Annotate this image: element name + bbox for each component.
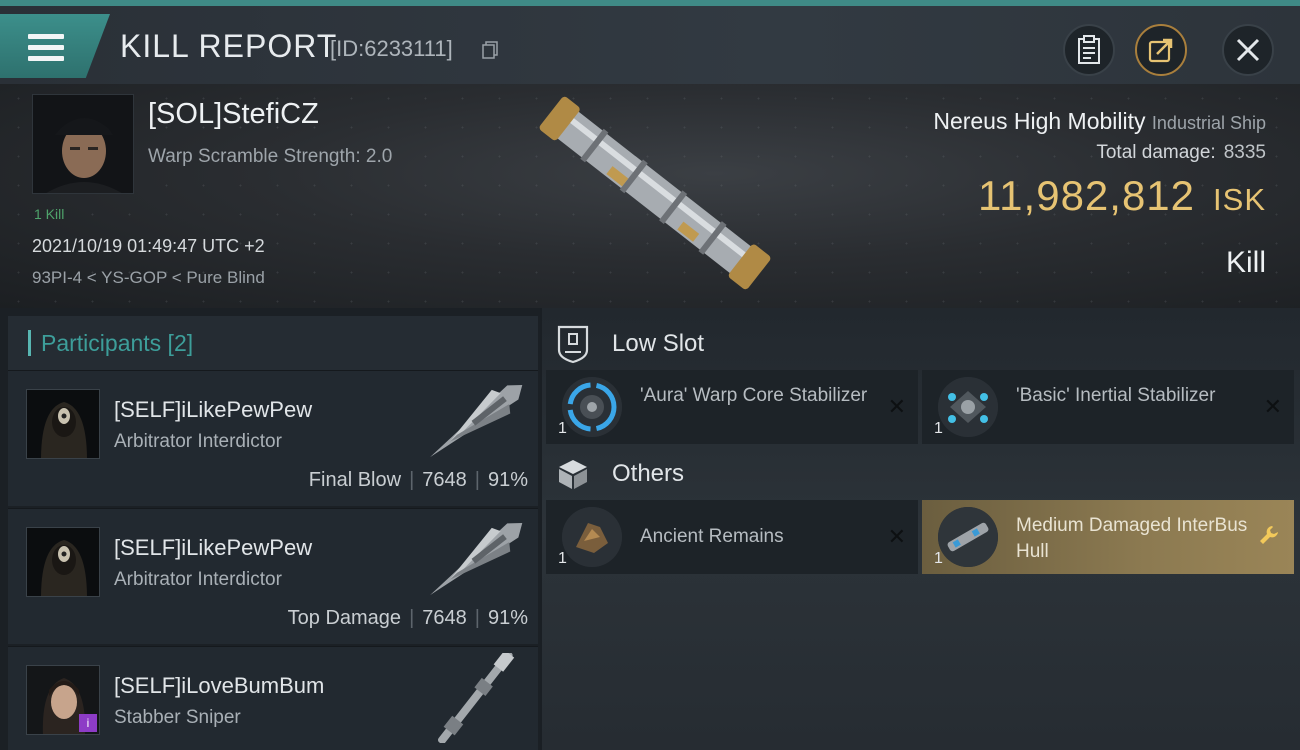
item-name: Ancient Remains	[640, 526, 784, 547]
participant-name[interactable]: [SELF]iLikePewPew	[114, 397, 312, 423]
participant-name[interactable]: [SELF]iLoveBumBum	[114, 673, 324, 699]
share-button[interactable]	[1135, 24, 1187, 76]
destroyed-icon: ✕	[887, 524, 906, 549]
victim-portrait[interactable]	[32, 94, 134, 194]
report-id: [ID:6233111]	[330, 36, 453, 61]
warp-scramble-strength: Warp Scramble Strength: 2.0	[148, 146, 393, 167]
menu-button[interactable]	[0, 14, 110, 78]
item-card[interactable]: 1 'Basic' Inertial Stabilizer ✕	[922, 370, 1294, 444]
isk-value: 11,982,812 ISK	[977, 172, 1266, 219]
share-icon	[1148, 38, 1173, 63]
participants-header[interactable]: Participants [2]	[8, 316, 538, 372]
ancient-remains-icon	[562, 507, 622, 567]
isk-unit: ISK	[1213, 182, 1266, 217]
participant-ship: Arbitrator Interdictor	[114, 431, 282, 452]
item-quantity: 1	[558, 550, 567, 567]
participant-ship-render	[430, 385, 523, 458]
victim-name[interactable]: [SOL]StefiCZ	[148, 98, 319, 131]
clipboard-icon	[1078, 35, 1100, 64]
kill-datetime: 2021/10/19 01:49:47 UTC +2	[32, 236, 265, 256]
victim-ship-render	[539, 96, 771, 290]
item-quantity: 1	[934, 420, 943, 437]
wrench-icon	[1260, 526, 1278, 544]
participant-ship: Arbitrator Interdictor	[114, 569, 282, 590]
participant-avatar	[26, 527, 100, 597]
total-damage-value: 8335	[1223, 142, 1266, 163]
low-slot-icon	[552, 323, 594, 365]
clipboard-button[interactable]	[1063, 24, 1115, 76]
participant-ship-render	[430, 523, 523, 596]
menu-icon	[28, 34, 64, 62]
participant-row[interactable]: [SELF]iLikePewPew Arbitrator Interdictor…	[8, 370, 538, 506]
warp-core-stabilizer-icon	[562, 377, 622, 437]
participant-badge: i	[79, 714, 97, 732]
participant-row[interactable]: i [SELF]iLoveBumBum Stabber Sniper	[8, 646, 538, 750]
close-icon	[1236, 38, 1260, 62]
item-name: Medium Damaged InterBus Hull	[1016, 515, 1248, 562]
victim-ship-name[interactable]: Nereus High Mobility Industrial Ship	[933, 108, 1266, 135]
item-card[interactable]: 1 Ancient Remains ✕	[546, 500, 918, 574]
low-slot-header: Low Slot	[552, 316, 1292, 372]
items-panel: Low Slot 1 'Aura' Warp Core Stabilizer ✕	[542, 308, 1300, 750]
kill-tag: 1 Kill	[34, 206, 65, 222]
item-name: 'Aura' Warp Core Stabilizer	[640, 385, 868, 406]
others-title: Others	[612, 460, 685, 487]
copy-icon[interactable]	[482, 41, 498, 59]
page-title: KILL REPORT	[120, 28, 338, 64]
others-header: Others	[552, 446, 1292, 502]
ship-class: Industrial Ship	[1151, 113, 1266, 133]
participant-stats: Top Damage | 7648 | 91%	[287, 607, 528, 629]
kill-location: 93PI-4 < YS-GOP < Pure Blind	[32, 268, 265, 287]
destroyed-icon: ✕	[887, 394, 906, 419]
inertial-stabilizer-icon	[938, 377, 998, 437]
result-label: Kill	[1225, 246, 1266, 279]
participant-avatar	[26, 389, 100, 459]
item-card[interactable]: 1 'Aura' Warp Core Stabilizer ✕	[546, 370, 918, 444]
close-button[interactable]	[1222, 24, 1274, 76]
participant-ship: Stabber Sniper	[114, 707, 241, 728]
item-quantity: 1	[934, 550, 943, 567]
participants-panel: Participants [2] [SELF]iLikePewPew Arbit…	[0, 308, 540, 750]
participant-ship-render	[437, 653, 515, 743]
item-name: 'Basic' Inertial Stabilizer	[1016, 385, 1216, 406]
destroyed-icon: ✕	[1263, 394, 1282, 419]
participant-avatar: i	[26, 665, 100, 735]
participant-row[interactable]: [SELF]iLikePewPew Arbitrator Interdictor…	[8, 508, 538, 644]
item-quantity: 1	[558, 420, 567, 437]
damaged-hull-icon	[938, 507, 998, 567]
item-card-dropped[interactable]: 1 Medium Damaged InterBus Hull	[922, 500, 1294, 574]
header-bar: KILL REPORT [ID:6233111]	[0, 6, 1300, 84]
low-slot-title: Low Slot	[612, 330, 705, 357]
total-damage: Total damage: 8335	[1096, 142, 1266, 163]
participant-stats: Final Blow | 7648 | 91%	[308, 469, 528, 491]
participant-name[interactable]: [SELF]iLikePewPew	[114, 535, 312, 561]
cargo-box-icon	[552, 453, 594, 495]
